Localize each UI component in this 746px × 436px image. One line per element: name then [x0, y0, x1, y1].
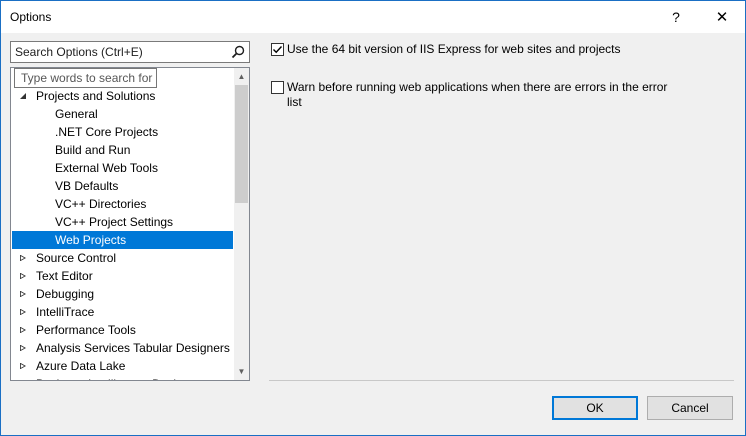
collapsed-triangle-icon[interactable]	[20, 291, 26, 297]
tree-item[interactable]: Web Projects	[12, 231, 233, 249]
collapsed-triangle-icon[interactable]	[20, 345, 26, 351]
tree-item-label: Web Projects	[55, 233, 127, 247]
tree-item[interactable]: VC++ Directories	[12, 195, 233, 213]
scroll-thumb[interactable]	[235, 85, 248, 203]
options-dialog: Options ? ✕ Type words to search for Pro…	[0, 0, 746, 436]
title-bar: Options ? ✕	[1, 1, 745, 33]
ok-button[interactable]: OK	[552, 396, 638, 420]
divider	[269, 380, 734, 381]
collapsed-triangle-icon[interactable]	[20, 273, 26, 279]
scroll-down-icon[interactable]: ▼	[234, 363, 249, 380]
tree-item-label: Projects and Solutions	[36, 89, 156, 103]
warn-errors-checkbox[interactable]	[271, 81, 284, 94]
scroll-up-icon[interactable]: ▲	[234, 68, 249, 85]
tree-item[interactable]: Text Editor	[12, 267, 233, 285]
tree-item-label: Analysis Services Tabular Designers	[36, 341, 230, 355]
window-title: Options	[10, 10, 52, 24]
tree-items: Projects and Solutions General .NET Core P…	[11, 68, 234, 380]
tree-item[interactable]: Source Control	[12, 249, 233, 267]
tree-item[interactable]: VB Defaults	[12, 177, 233, 195]
tree-item-label: IntelliTrace	[36, 305, 95, 319]
close-button[interactable]: ✕	[699, 1, 745, 33]
tree-item-label: .NET Core Projects	[55, 125, 159, 139]
search-box	[10, 41, 250, 63]
tree-item-label: External Web Tools	[55, 161, 158, 175]
tree-item-label: VC++ Project Settings	[55, 215, 174, 229]
tree-item[interactable]: Build and Run	[12, 141, 233, 159]
tree-item-label: Business Intelligence Designers	[36, 375, 206, 380]
tree-item-label: Debugging	[36, 287, 95, 301]
tree-scrollbar[interactable]: ▲ ▼	[234, 68, 249, 380]
collapsed-triangle-icon[interactable]	[20, 309, 26, 315]
tree-item[interactable]: External Web Tools	[12, 159, 233, 177]
tree-item[interactable]: .NET Core Projects	[12, 123, 233, 141]
use-64bit-option[interactable]: Use the 64 bit version of IIS Express fo…	[271, 42, 671, 58]
tree-item[interactable]: Business Intelligence Designers	[12, 375, 233, 380]
tree-item-label: Build and Run	[55, 143, 131, 157]
tree-item[interactable]: Projects and Solutions	[12, 87, 233, 105]
search-icon[interactable]	[230, 44, 246, 60]
tree-item[interactable]: Azure Data Lake	[12, 357, 233, 375]
warn-errors-label: Warn before running web applications whe…	[287, 80, 668, 109]
options-tree: Projects and Solutions General .NET Core P…	[10, 67, 250, 381]
tree-item[interactable]: Performance Tools	[12, 321, 233, 339]
collapsed-triangle-icon[interactable]	[20, 327, 26, 333]
tree-item-label: Source Control	[36, 251, 117, 265]
cancel-button[interactable]: Cancel	[647, 396, 733, 420]
tree-item[interactable]: Debugging	[12, 285, 233, 303]
tree-item-label: General	[55, 107, 98, 121]
collapsed-triangle-icon[interactable]	[20, 255, 26, 261]
tree-item-label: VB Defaults	[55, 179, 119, 193]
warn-errors-option[interactable]: Warn before running web applications whe…	[271, 80, 691, 112]
tree-item[interactable]: VC++ Project Settings	[12, 213, 233, 231]
expanded-triangle-icon[interactable]	[20, 93, 26, 99]
tree-item[interactable]: Analysis Services Tabular Designers	[12, 339, 233, 357]
collapsed-triangle-icon[interactable]	[20, 363, 26, 369]
tree-item[interactable]: IntelliTrace	[12, 303, 233, 321]
tree-item-label: Text Editor	[36, 269, 93, 283]
search-input[interactable]	[11, 42, 235, 62]
tree-item[interactable]: General	[12, 105, 233, 123]
search-tooltip: Type words to search for	[14, 68, 157, 88]
checkmark-icon	[273, 46, 283, 54]
tree-item-label: VC++ Directories	[55, 197, 147, 211]
use-64bit-label: Use the 64 bit version of IIS Express fo…	[287, 42, 621, 56]
use-64bit-checkbox[interactable]	[271, 43, 284, 56]
tree-item-label: Performance Tools	[36, 323, 136, 337]
help-button[interactable]: ?	[653, 1, 699, 33]
tree-item-label: Azure Data Lake	[36, 359, 126, 373]
